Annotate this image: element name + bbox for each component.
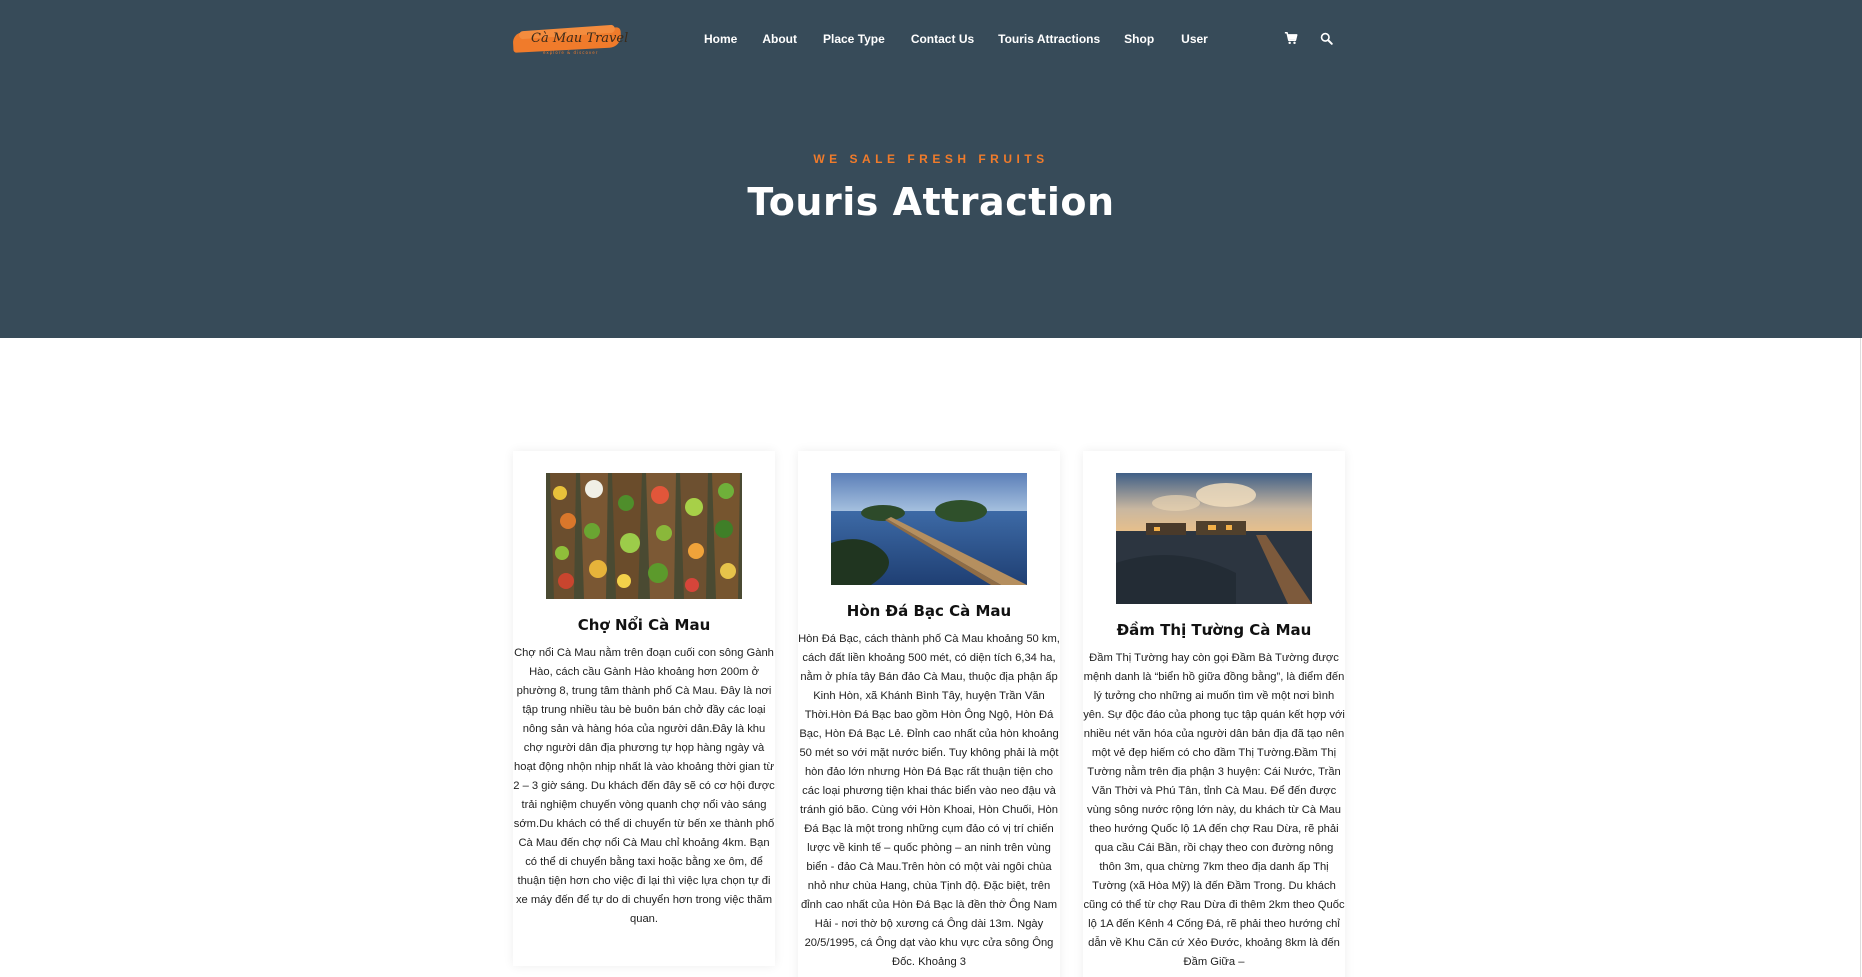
nav-touris-attractions[interactable]: Touris Attractions: [998, 30, 1100, 48]
attraction-title[interactable]: Chợ Nổi Cà Mau: [513, 616, 775, 634]
attraction-card[interactable]: Hòn Đá Bạc Cà Mau Hòn Đá Bạc, cách thành…: [798, 451, 1060, 977]
attraction-image-floating-market[interactable]: [546, 473, 742, 599]
attraction-image-dam-thi-tuong[interactable]: [1116, 473, 1312, 604]
hero-banner: Cà Mau Travel explore & discover Home Ab…: [0, 0, 1862, 338]
nav-user[interactable]: User: [1181, 30, 1208, 48]
page-edge-divider: [1860, 338, 1861, 977]
main-menu: Home About Place Type Contact Us Touris …: [704, 30, 1208, 48]
attraction-description: Hòn Đá Bạc, cách thành phố Cà Mau khoảng…: [798, 633, 1060, 968]
attraction-description: Đầm Thị Tường hay còn gọi Đầm Bà Tường đ…: [1083, 652, 1345, 968]
attraction-description: Chợ nổi Cà Mau nằm trên đoạn cuối con sô…: [513, 647, 775, 925]
nav-home[interactable]: Home: [704, 30, 737, 48]
page-title: Touris Attraction: [747, 180, 1115, 224]
logo-tagline: explore & discover: [543, 50, 599, 55]
nav-place-type[interactable]: Place Type: [823, 30, 885, 48]
hero-subtitle: WE SALE FRESH FRUITS: [813, 152, 1049, 166]
navbar: Cà Mau Travel explore & discover Home Ab…: [0, 0, 1862, 78]
search-icon[interactable]: [1320, 30, 1336, 46]
cart-icon[interactable]: [1284, 30, 1300, 46]
logo-text: Cà Mau Travel: [531, 31, 629, 46]
nav-shop[interactable]: Shop: [1124, 30, 1154, 48]
attraction-title[interactable]: Hòn Đá Bạc Cà Mau: [798, 602, 1060, 620]
site-logo[interactable]: Cà Mau Travel explore & discover: [512, 24, 628, 55]
attraction-card[interactable]: Chợ Nổi Cà Mau Chợ nổi Cà Mau nằm trên đ…: [513, 451, 775, 966]
nav-contact-us[interactable]: Contact Us: [911, 30, 974, 48]
attraction-image-hon-da-bac[interactable]: [831, 473, 1027, 585]
attraction-card[interactable]: Đầm Thị Tường Cà Mau Đầm Thị Tường hay c…: [1083, 451, 1345, 977]
nav-about[interactable]: About: [762, 30, 797, 48]
attraction-title[interactable]: Đầm Thị Tường Cà Mau: [1083, 621, 1345, 639]
